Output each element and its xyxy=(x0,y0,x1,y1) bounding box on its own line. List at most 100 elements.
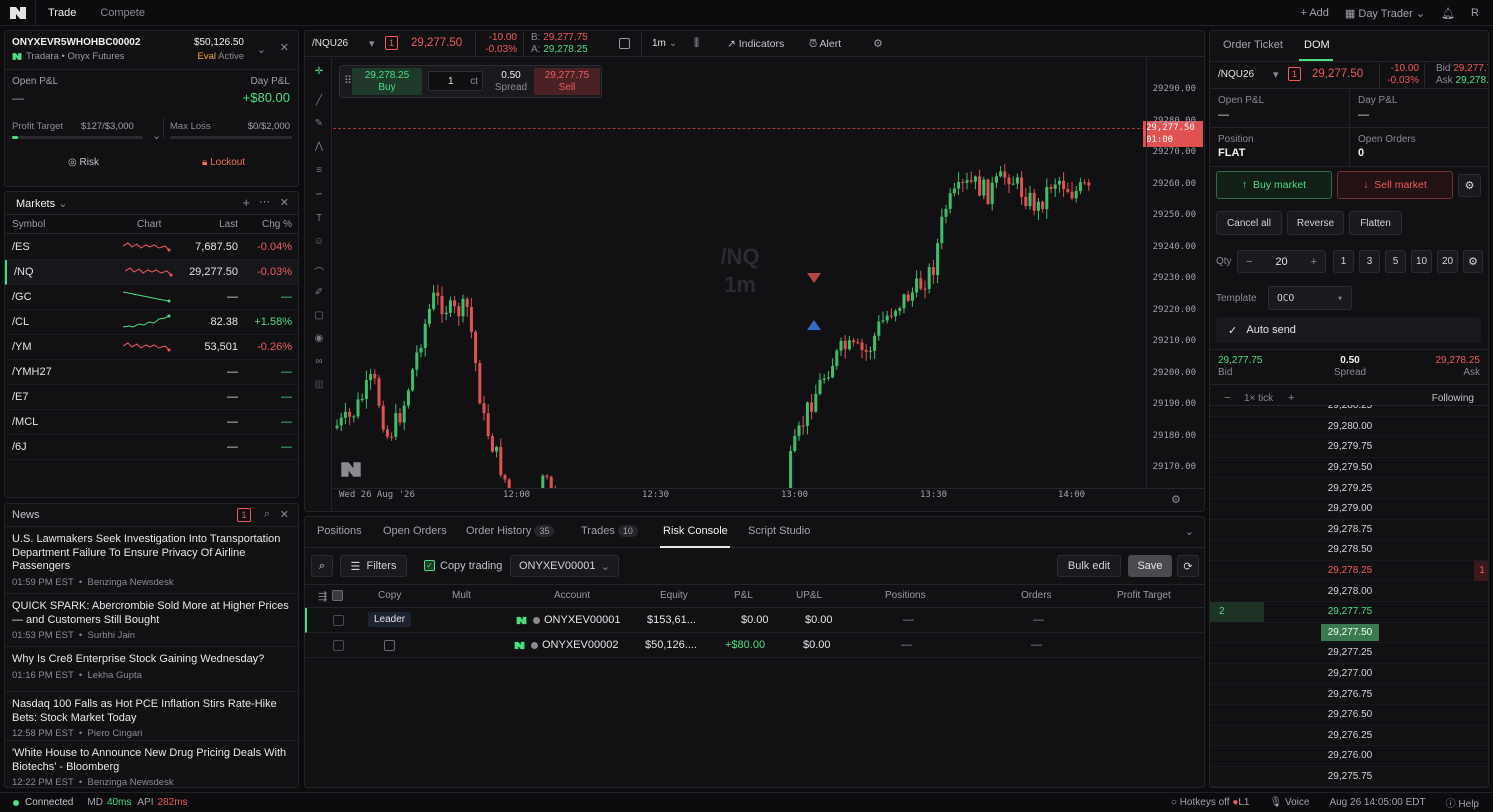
auto-send-toggle[interactable]: ✓ Auto send xyxy=(1216,317,1481,343)
news-count-badge[interactable]: 1 xyxy=(237,508,251,522)
bell-icon[interactable]: 🔔︎ xyxy=(1441,7,1455,20)
chevron-down-icon[interactable]: ▾ xyxy=(1273,68,1279,81)
col-orders[interactable]: Orders xyxy=(1021,590,1052,601)
text-icon[interactable]: T xyxy=(313,213,325,225)
more-icon[interactable]: ⋯ xyxy=(259,195,270,208)
qty-preset-1[interactable]: 1 xyxy=(1333,250,1354,273)
ladder-row[interactable]: 29,278.75 xyxy=(1210,520,1488,541)
ladder-row[interactable]: 29,276.25 xyxy=(1210,726,1488,747)
eraser-icon[interactable]: ✐ xyxy=(313,287,325,299)
alert-button[interactable]: ⏰︎ Alert xyxy=(809,38,841,51)
link-icon[interactable]: ∞ xyxy=(313,356,325,368)
col-account[interactable]: Account xyxy=(554,590,590,601)
tab-positions[interactable]: Positions xyxy=(317,525,362,537)
plus-icon[interactable]: + xyxy=(1288,392,1294,404)
sliders-icon[interactable]: ⚙︎ xyxy=(1463,250,1483,273)
sliders-icon[interactable]: ⚙︎ xyxy=(1458,174,1481,197)
ladder-row[interactable]: 29,279.25 xyxy=(1210,478,1488,499)
hotkeys-toggle[interactable]: ○ Hotkeys off ●L1 xyxy=(1171,797,1250,808)
market-row[interactable]: /NQ 29,277.50 -0.03% xyxy=(5,260,298,285)
pattern-icon[interactable]: ⋀ xyxy=(313,141,325,153)
chevron-down-icon[interactable]: ▾ xyxy=(369,37,375,50)
candles-icon[interactable]: ⫼ xyxy=(694,37,699,50)
col-positions[interactable]: Positions xyxy=(885,590,926,601)
qty-preset-3[interactable]: 3 xyxy=(1359,250,1380,273)
ladder-row[interactable]: 29,280.00 xyxy=(1210,417,1488,438)
market-row[interactable]: /CL 82.38 +1.58% xyxy=(5,310,298,335)
emoji-icon[interactable]: ☺ xyxy=(313,236,325,248)
ladder-row[interactable]: 29,278.25 1 xyxy=(1210,560,1488,582)
market-row[interactable]: /GC — — xyxy=(5,285,298,310)
link-badge[interactable]: 1 xyxy=(1288,67,1301,81)
ladder-row[interactable]: 29,276.50 xyxy=(1210,705,1488,726)
close-icon[interactable]: ✕ xyxy=(280,508,289,521)
nav-compete[interactable]: Compete xyxy=(88,7,157,19)
eye-icon[interactable]: ◉ xyxy=(313,333,325,345)
price-axis[interactable]: 29290.00 29280.00 29270.00 29260.00 29250.00… xyxy=(1146,58,1204,488)
voice-toggle[interactable]: 🎙︎ Voice xyxy=(1270,797,1310,808)
search-icon[interactable]: ⌕ xyxy=(264,508,270,521)
add-button[interactable]: + Add xyxy=(1300,7,1328,19)
reverse-button[interactable]: Reverse xyxy=(1287,211,1344,235)
settings-sliders-icon[interactable]: ⚙︎ xyxy=(873,37,883,50)
ladder-row[interactable]: 29,279.00 xyxy=(1210,499,1488,520)
minus-icon[interactable]: − xyxy=(1224,392,1230,404)
layout-select[interactable]: ▦ Day Trader ⌄ xyxy=(1345,7,1425,20)
filters-button[interactable]: ☰ Filters xyxy=(340,555,407,577)
crosshair-icon[interactable]: ✛ xyxy=(313,66,325,78)
template-select[interactable]: OCO ▾ xyxy=(1268,286,1352,310)
indicators-button[interactable]: ↗ Indicators xyxy=(727,38,784,50)
news-item[interactable]: 'White House to Announce New Drug Pricin… xyxy=(5,741,298,787)
news-item[interactable]: Why Is Cre8 Enterprise Stock Gaining Wed… xyxy=(5,647,298,692)
qty-stepper[interactable]: − 20 + xyxy=(1237,250,1326,273)
chart-symbol[interactable]: /NQU26 xyxy=(312,38,348,49)
copy-trading-checkbox[interactable]: ✓ xyxy=(424,560,435,571)
market-row[interactable]: /YMH27 — — xyxy=(5,360,298,385)
qty-preset-5[interactable]: 5 xyxy=(1385,250,1406,273)
plus-icon[interactable]: + xyxy=(1311,256,1317,268)
ladder-row[interactable]: 29,277.25 xyxy=(1210,643,1488,664)
pen-icon[interactable]: ✎ xyxy=(313,118,325,130)
tab-script-studio[interactable]: Script Studio xyxy=(748,525,810,537)
news-item[interactable]: Nasdaq 100 Falls as Hot PCE Inflation St… xyxy=(5,692,298,741)
qty-preset-10[interactable]: 10 xyxy=(1411,250,1432,273)
lock-icon[interactable]: ▢ xyxy=(313,310,325,322)
app-logo[interactable] xyxy=(0,0,36,26)
qty-preset-20[interactable]: 20 xyxy=(1437,250,1458,273)
help-button[interactable]: ⓘ Help xyxy=(1446,795,1479,810)
col-upnl[interactable]: UP&L xyxy=(796,590,822,601)
minus-icon[interactable]: − xyxy=(1246,256,1252,268)
ladder-row[interactable]: 29,278.00 xyxy=(1210,581,1488,602)
ladder-row[interactable]: 29,277.75 2 xyxy=(1210,602,1488,623)
news-item[interactable]: QUICK SPARK: Abercrombie Sold More at Hi… xyxy=(5,594,298,647)
tab-trades[interactable]: Trades 10 xyxy=(581,525,638,537)
table-row[interactable]: ONYXEV00002 $50,126.... +$80.00 $0.00 — … xyxy=(305,633,1204,658)
brush-icon[interactable]: ∽ xyxy=(313,189,325,201)
trash-icon[interactable]: ▥ xyxy=(313,379,325,391)
magnet-icon[interactable]: ⌒ xyxy=(313,264,325,279)
cancel-all-button[interactable]: Cancel all xyxy=(1216,211,1282,235)
user-avatar[interactable]: R xyxy=(1471,7,1479,19)
search-icon[interactable]: ⌕ xyxy=(311,555,333,577)
candlestick-chart[interactable] xyxy=(333,58,1146,488)
link-badge[interactable]: 1 xyxy=(385,36,398,50)
col-symbol[interactable]: Symbol xyxy=(12,219,45,230)
col-equity[interactable]: Equity xyxy=(660,590,688,601)
nav-trade[interactable]: Trade xyxy=(36,7,88,19)
select-all-checkbox[interactable] xyxy=(332,590,343,601)
interval-select[interactable]: 1m ⌄ xyxy=(652,38,677,49)
ladder-row[interactable]: 29,280.25 xyxy=(1210,405,1488,417)
market-row[interactable]: /6J — — xyxy=(5,435,298,460)
chevron-down-icon[interactable]: ⌄ xyxy=(152,129,161,142)
market-row[interactable]: /E7 — — xyxy=(5,385,298,410)
news-item[interactable]: U.S. Lawmakers Seek Investigation Into T… xyxy=(5,527,298,594)
columns-icon[interactable]: ⇶ xyxy=(318,590,327,603)
ladder-row[interactable]: 29,276.00 xyxy=(1210,746,1488,767)
refresh-icon[interactable]: ⟳ xyxy=(1177,555,1199,577)
close-icon[interactable]: ✕ xyxy=(280,41,289,54)
following-toggle[interactable]: Following xyxy=(1432,393,1474,404)
dom-symbol[interactable]: /NQU26 xyxy=(1218,69,1254,80)
checkbox-icon[interactable] xyxy=(619,38,630,49)
settings-gear-icon[interactable]: ⚙︎ xyxy=(1171,493,1181,506)
ladder-row[interactable]: 29,276.75 xyxy=(1210,684,1488,705)
